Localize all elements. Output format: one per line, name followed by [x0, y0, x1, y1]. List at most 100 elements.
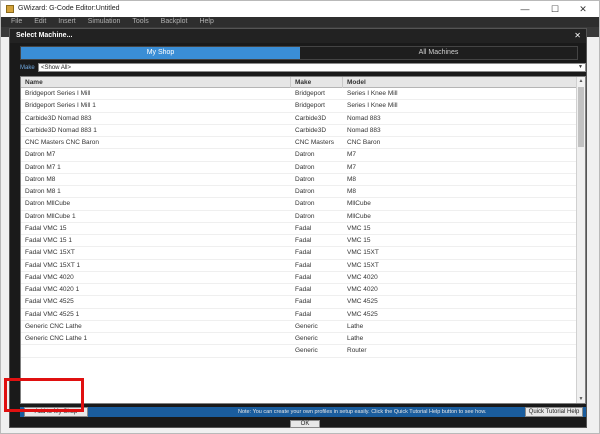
cell-model: Series I Knee Mill	[347, 90, 398, 97]
close-button[interactable]: ✕	[569, 2, 597, 16]
table-row[interactable]: Datron M8 Datron M8	[21, 174, 577, 186]
highlight-annotation	[4, 378, 84, 412]
cell-make: CNC Masters	[295, 139, 335, 146]
menu-bar: File Edit Insert Simulation Tools Backpl…	[1, 17, 599, 27]
table-row[interactable]: Generic CNC Lathe Generic Lathe	[21, 321, 577, 333]
cell-name: Fadal VMC 15 1	[25, 237, 72, 244]
table-row[interactable]: Datron M7 Datron M7	[21, 149, 577, 162]
cell-name: Datron M7 1	[25, 163, 61, 171]
cell-name: Fadal VMC 4525 1	[25, 310, 80, 318]
menu-tools[interactable]: Tools	[132, 17, 148, 27]
cell-make: Fadal	[295, 286, 312, 293]
machine-table: Name Make Model Bridgeport Series I Mill…	[20, 76, 586, 404]
column-header-name[interactable]: Name	[21, 77, 291, 88]
cell-model: Lathe	[347, 335, 364, 342]
bottom-bar: Add to My Shop Note: You can create your…	[20, 407, 586, 417]
minimize-button[interactable]: —	[511, 2, 539, 16]
table-row[interactable]: Datron MllCube 1 Datron MllCube	[21, 211, 577, 223]
column-header-make[interactable]: Make	[291, 77, 343, 88]
help-note: Note: You can create your own profiles i…	[238, 409, 487, 415]
table-row[interactable]: Fadal VMC 4525 Fadal VMC 4525	[21, 296, 577, 309]
cell-model: VMC 4525	[347, 298, 378, 306]
menu-edit[interactable]: Edit	[34, 17, 46, 27]
ok-button[interactable]: OK	[290, 420, 320, 428]
table-row[interactable]: Datron M8 1 Datron M8	[21, 186, 577, 199]
dialog-title: Select Machine...	[10, 29, 586, 43]
cell-make: Datron	[295, 175, 315, 183]
make-filter-select[interactable]: <Show All> ▼	[38, 63, 586, 72]
cell-name: CNC Masters CNC Baron	[25, 139, 100, 146]
cell-make: Datron	[295, 151, 315, 159]
quick-tutorial-help-button[interactable]: Quick Tutorial Help	[525, 407, 583, 417]
table-row[interactable]: Carbide3D Nomad 883 1 Carbide3D Nomad 883	[21, 125, 577, 137]
column-header-model[interactable]: Model	[343, 77, 577, 88]
cell-make: Bridgeport	[295, 90, 325, 97]
menu-file[interactable]: File	[11, 17, 22, 27]
cell-make: Fadal	[295, 310, 312, 318]
table-row[interactable]: Datron MllCube Datron MllCube	[21, 198, 577, 211]
menu-insert[interactable]: Insert	[58, 17, 76, 27]
select-machine-dialog: Select Machine... ✕ My Shop All Machines…	[9, 28, 587, 428]
make-filter-label: Make	[20, 65, 35, 71]
table-row[interactable]: Fadal VMC 4020 1 Fadal VMC 4020	[21, 284, 577, 297]
cell-make: Datron	[295, 188, 315, 195]
cell-model: Nomad 883	[347, 114, 381, 122]
scroll-down-icon[interactable]: ▼	[577, 395, 585, 403]
table-row[interactable]: Datron M7 1 Datron M7	[21, 162, 577, 174]
cell-name: Bridgeport Series I Mill 1	[25, 102, 96, 110]
cell-model: M8	[347, 175, 357, 183]
cell-name: Datron M7	[25, 151, 56, 159]
chevron-down-icon[interactable]: ▼	[577, 64, 584, 71]
menu-backplot[interactable]: Backplot	[161, 17, 188, 27]
cell-name: Fadal VMC 4020	[25, 273, 74, 281]
cell-name: Carbide3D Nomad 883 1	[25, 126, 97, 134]
cell-model: VMC 15	[347, 224, 371, 232]
table-body: Bridgeport Series I Mill Bridgeport Series…	[21, 88, 577, 404]
table-row[interactable]: Bridgeport Series I Mill 1 Bridgeport Seri…	[21, 100, 577, 113]
table-row[interactable]: Bridgeport Series I Mill Bridgeport Series…	[21, 88, 577, 101]
title-bar: GWizard: G-Code Editor:Untitled — ☐ ✕	[1, 1, 599, 17]
cell-make: Generic	[295, 322, 318, 330]
cell-make: Datron	[295, 212, 315, 220]
table-row[interactable]: CNC Masters CNC Baron CNC Masters CNC Baro…	[21, 137, 577, 150]
cell-make: Fadal	[295, 261, 312, 269]
cell-make: Carbide3D	[295, 126, 327, 134]
cell-make: Carbide3D	[295, 114, 327, 122]
dialog-close-icon[interactable]: ✕	[574, 29, 581, 43]
menu-simulation[interactable]: Simulation	[88, 17, 121, 27]
tab-all-machines[interactable]: All Machines	[300, 47, 577, 59]
app-icon	[6, 5, 14, 13]
cell-name: Datron M8	[25, 175, 56, 183]
table-row[interactable]: Fadal VMC 15XT 1 Fadal VMC 15XT	[21, 260, 577, 272]
cell-model: MllCube	[347, 200, 371, 208]
cell-model: Lathe	[347, 322, 364, 330]
cell-model: M7	[347, 151, 357, 159]
table-row[interactable]: Fadal VMC 15 1 Fadal VMC 15	[21, 235, 577, 248]
cell-model: VMC 4020	[347, 286, 378, 293]
vertical-scrollbar[interactable]: ▲ ▼	[576, 77, 585, 403]
menu-help[interactable]: Help	[199, 17, 213, 27]
cell-model: VMC 4525	[347, 310, 378, 318]
table-row[interactable]: Fadal VMC 4020 Fadal VMC 4020	[21, 272, 577, 284]
table-row[interactable]: Fadal VMC 15XT Fadal VMC 15XT	[21, 247, 577, 260]
cell-make: Generic	[295, 347, 318, 355]
table-row[interactable]: Fadal VMC 4525 1 Fadal VMC 4525	[21, 309, 577, 321]
scroll-thumb[interactable]	[578, 87, 584, 147]
cell-model: Nomad 883	[347, 126, 381, 134]
cell-name: Datron MllCube	[25, 200, 71, 208]
cell-name: Fadal VMC 4525	[25, 298, 74, 306]
scroll-up-icon[interactable]: ▲	[577, 77, 585, 85]
tab-my-shop[interactable]: My Shop	[21, 47, 300, 59]
cell-model: VMC 15	[347, 237, 371, 244]
cell-name: Fadal VMC 4020 1	[25, 286, 80, 293]
cell-model: M8	[347, 188, 357, 195]
cell-make: Datron	[295, 200, 315, 208]
table-row[interactable]: Generic Router	[21, 345, 577, 358]
cell-name: Fadal VMC 15XT 1	[25, 261, 81, 269]
cell-model: VMC 15XT	[347, 261, 379, 269]
table-row[interactable]: Carbide3D Nomad 883 Carbide3D Nomad 883	[21, 113, 577, 125]
table-row[interactable]: Generic CNC Lathe 1 Generic Lathe	[21, 333, 577, 346]
cell-model: VMC 4020	[347, 273, 378, 281]
table-row[interactable]: Fadal VMC 15 Fadal VMC 15	[21, 223, 577, 235]
maximize-button[interactable]: ☐	[541, 2, 569, 16]
